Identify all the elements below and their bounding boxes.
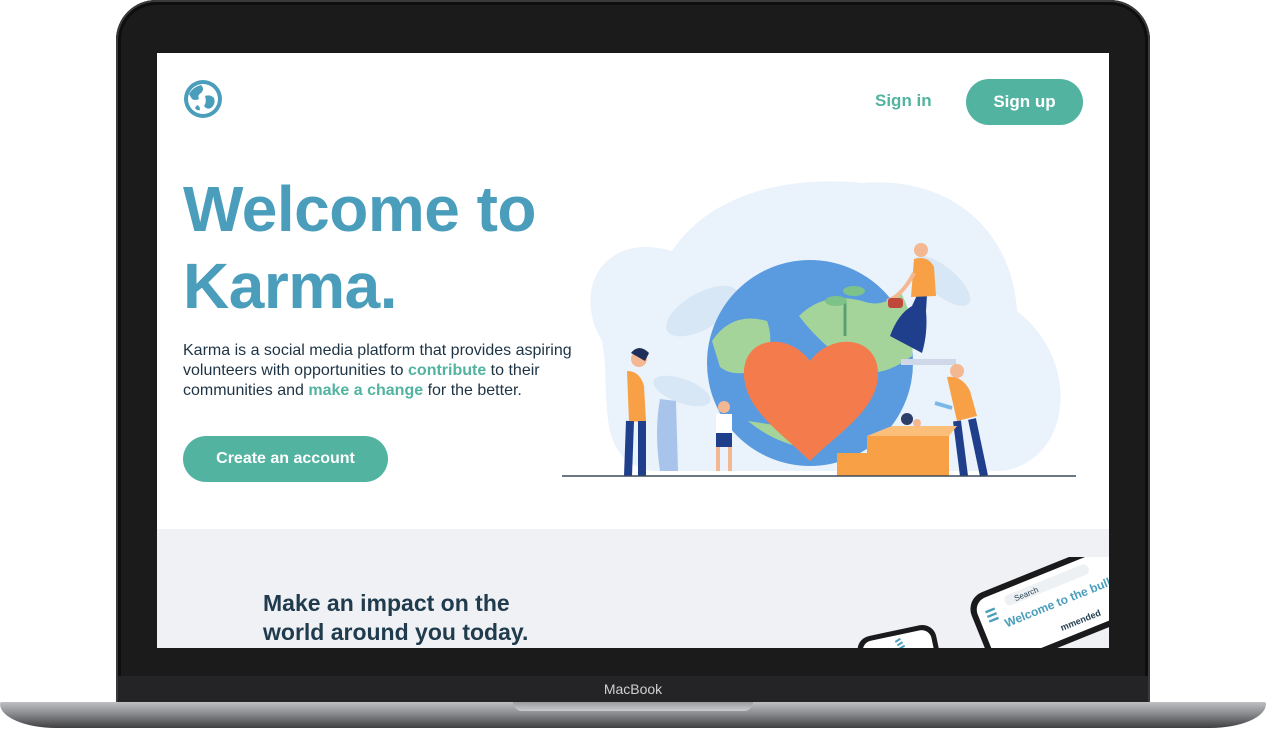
sign-up-button[interactable]: Sign up [966,79,1083,125]
impact-title-line1: Make an impact on the [263,590,510,616]
impact-title: Make an impact on the world around you t… [263,589,528,647]
hero-highlight-contribute: contribute [408,362,487,379]
hero-title: Welcome to Karma. [183,171,537,325]
create-account-button[interactable]: Create an account [183,436,388,482]
hero-title-line2: Karma. [183,250,398,322]
hero-illustration [562,181,1076,477]
impact-title-line2: world around you today. [263,619,529,645]
laptop-notch [513,702,753,711]
phone-mockups: Search Welcome to the bulletin board. mm… [857,557,1109,648]
hero-description: Karma is a social media platform that pr… [183,341,583,401]
hero-title-line1: Welcome to [183,173,537,245]
laptop-brand-label: MacBook [603,681,663,697]
globe-icon[interactable] [183,79,223,119]
sign-in-link[interactable]: Sign in [875,91,932,111]
hero-highlight-make-a-change: make a change [308,382,424,399]
hero-desc-text-3: for the better. [423,382,522,399]
impact-section: Make an impact on the world around you t… [157,529,1109,648]
web-page: Sign in Sign up Welcome to Karma. Karma … [157,53,1109,648]
